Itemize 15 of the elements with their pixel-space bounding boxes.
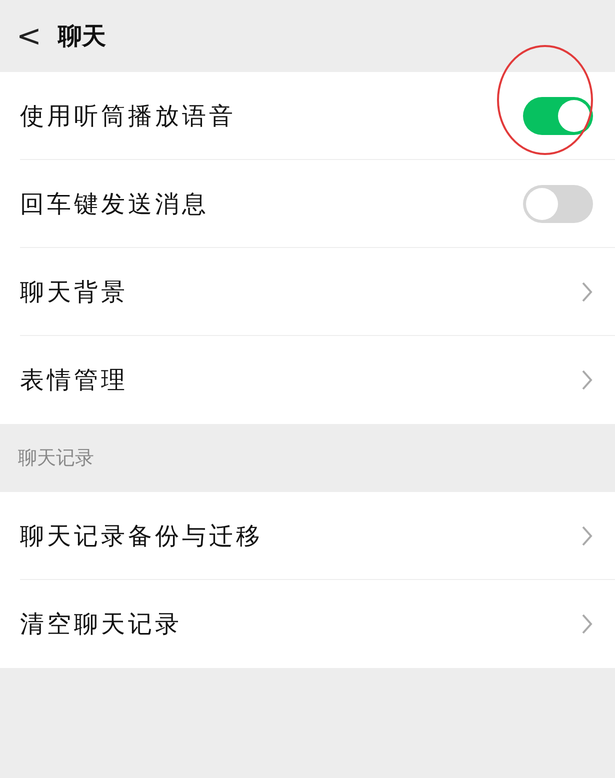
section-title: 聊天记录: [17, 446, 95, 471]
toggle-switch[interactable]: [523, 184, 593, 222]
setting-label: 使用听筒播放语音: [20, 100, 236, 132]
chevron-icon: [581, 613, 593, 635]
setting-label: 回车键发送消息: [20, 188, 209, 220]
toggle-switch[interactable]: [523, 96, 593, 134]
back-button[interactable]: <: [14, 18, 44, 54]
setting-label: 聊天记录备份与迁移: [20, 520, 263, 552]
chevron-icon: [581, 369, 593, 391]
page-title: 聊天: [58, 21, 106, 52]
setting-label: 清空聊天记录: [20, 609, 182, 640]
setting-label: 表情管理: [20, 365, 128, 396]
chevron-icon: [581, 280, 593, 302]
chevron-icon: [581, 524, 593, 546]
setting-label: 聊天背景: [20, 276, 128, 308]
